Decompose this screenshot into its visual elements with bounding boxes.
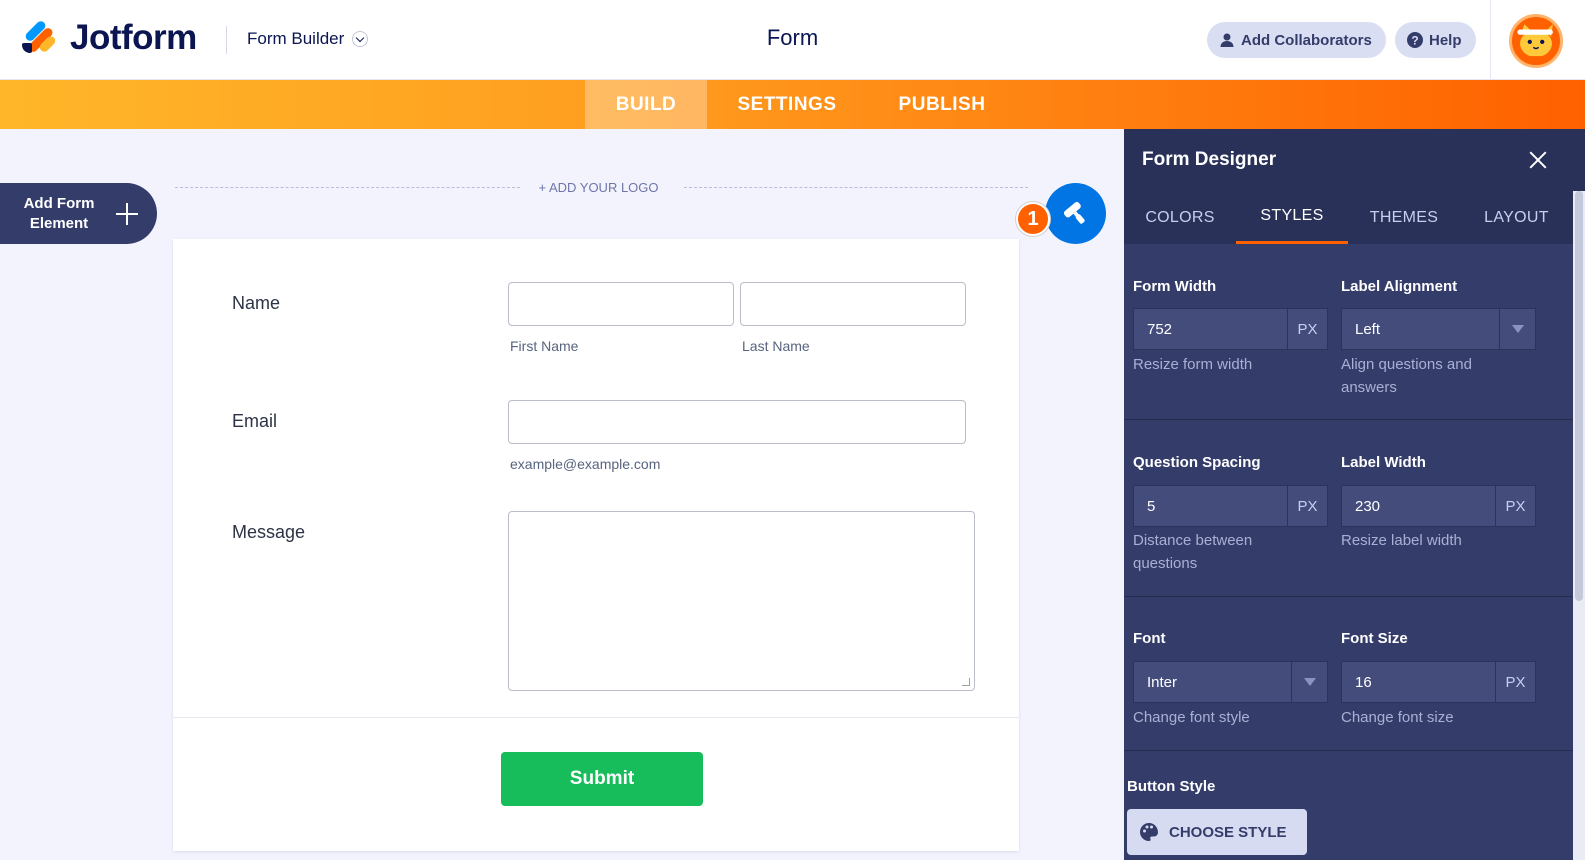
caret-down-icon <box>1291 662 1327 702</box>
question-spacing-title: Question Spacing <box>1133 454 1261 471</box>
jotform-logo[interactable]: Jotform <box>22 18 197 57</box>
submit-button[interactable]: Submit <box>501 752 703 806</box>
label-width-help: Resize label width <box>1341 532 1462 549</box>
step-badge-1: 1 <box>1016 202 1050 236</box>
label-width-field[interactable]: 230 PX <box>1341 485 1536 527</box>
form-designer-panel: Form Designer COLORS STYLES THEMES LAYOU… <box>1124 129 1585 860</box>
tab-layout[interactable]: LAYOUT <box>1460 191 1573 244</box>
first-name-input[interactable] <box>508 282 734 326</box>
form-card: Name First Name Last Name Email example@… <box>173 239 1019 851</box>
choose-style-label: CHOOSE STYLE <box>1169 823 1287 841</box>
font-help: Change font style <box>1133 709 1250 726</box>
tab-colors[interactable]: COLORS <box>1124 191 1236 244</box>
email-input[interactable] <box>508 400 966 444</box>
add-form-element-label: Add Form Element <box>23 194 95 232</box>
label-width-title: Label Width <box>1341 454 1426 471</box>
message-label: Message <box>232 522 306 542</box>
add-logo-link[interactable]: + ADD YOUR LOGO <box>516 180 681 195</box>
font-size-field[interactable]: 16 PX <box>1341 661 1536 703</box>
question-spacing-unit: PX <box>1287 486 1327 526</box>
question-spacing-help: Distance between questions <box>1133 532 1253 572</box>
button-style-title: Button Style <box>1127 778 1216 795</box>
top-header: Jotform Form Builder Form Add Collaborat… <box>0 0 1585 80</box>
jotform-logo-icon <box>22 19 58 55</box>
form-width-field[interactable]: 752 PX <box>1133 308 1328 350</box>
form-width-unit: PX <box>1287 309 1327 349</box>
add-collaborators-button[interactable]: Add Collaborators <box>1207 22 1386 58</box>
font-size-title: Font Size <box>1341 630 1408 647</box>
form-width-help: Resize form width <box>1133 356 1253 373</box>
form-divider <box>173 717 1019 718</box>
font-size-value: 16 <box>1355 673 1372 691</box>
chevron-down-icon <box>352 31 369 47</box>
name-label: Name <box>232 293 281 313</box>
close-icon[interactable] <box>1529 151 1547 169</box>
form-builder-label: Form Builder <box>247 29 345 48</box>
tab-publish[interactable]: PUBLISH <box>867 80 1017 129</box>
panel-header: Form Designer <box>1124 129 1585 191</box>
tab-themes[interactable]: THEMES <box>1348 191 1460 244</box>
panel-title: Form Designer <box>1142 149 1277 170</box>
header-divider-right <box>1490 0 1491 80</box>
label-alignment-title: Label Alignment <box>1341 278 1458 295</box>
label-alignment-select[interactable]: Left <box>1341 308 1536 350</box>
first-name-sublabel: First Name <box>510 338 579 354</box>
choose-style-button[interactable]: CHOOSE STYLE <box>1127 809 1307 855</box>
logo-divider-right <box>684 187 1028 188</box>
last-name-sublabel: Last Name <box>742 338 810 354</box>
form-builder-menu[interactable]: Form Builder <box>247 29 369 49</box>
label-width-unit: PX <box>1495 486 1535 526</box>
svg-text:?: ? <box>1411 34 1418 48</box>
scroll-thumb[interactable] <box>1575 191 1583 601</box>
font-title: Font <box>1133 630 1166 647</box>
avatar-cat-icon <box>1517 24 1553 65</box>
header-divider <box>226 26 227 54</box>
brand-name: Jotform <box>70 18 197 57</box>
tab-build[interactable]: BUILD <box>585 80 707 129</box>
user-icon <box>1220 33 1234 47</box>
form-designer-button[interactable] <box>1045 183 1106 244</box>
last-name-input[interactable] <box>740 282 966 326</box>
add-collaborators-label: Add Collaborators <box>1241 31 1372 49</box>
question-spacing-value: 5 <box>1147 497 1156 515</box>
tab-settings[interactable]: SETTINGS <box>707 80 867 129</box>
section-divider <box>1124 596 1573 597</box>
add-form-element-button[interactable]: Add Form Element <box>0 183 157 244</box>
font-select[interactable]: Inter <box>1133 661 1328 703</box>
font-value: Inter <box>1147 673 1178 691</box>
caret-down-icon <box>1499 309 1535 349</box>
message-textarea[interactable] <box>508 511 975 691</box>
font-size-help: Change font size <box>1341 709 1454 726</box>
resize-handle[interactable] <box>962 678 970 686</box>
font-size-unit: PX <box>1495 662 1535 702</box>
avatar[interactable] <box>1509 14 1563 68</box>
panel-scrollbar[interactable] <box>1573 191 1585 860</box>
label-alignment-help: Align questions and answers <box>1341 356 1472 396</box>
question-icon: ? <box>1407 32 1423 48</box>
form-width-title: Form Width <box>1133 278 1217 295</box>
designer-tabs: COLORS STYLES THEMES LAYOUT <box>1124 191 1573 244</box>
help-label: Help <box>1429 31 1462 49</box>
plus-icon <box>116 202 138 225</box>
email-label: Email <box>232 411 278 431</box>
question-spacing-field[interactable]: 5 PX <box>1133 485 1328 527</box>
paint-roller-icon <box>1063 201 1085 224</box>
builder-nav: BUILD SETTINGS PUBLISH <box>0 80 1585 129</box>
section-divider <box>1124 750 1573 751</box>
label-alignment-value: Left <box>1355 320 1381 338</box>
logo-divider-left <box>175 187 520 188</box>
section-divider <box>1124 419 1573 420</box>
label-width-value: 230 <box>1355 497 1381 515</box>
help-button[interactable]: ? Help <box>1395 22 1476 58</box>
email-sublabel: example@example.com <box>510 456 661 472</box>
form-width-value: 752 <box>1147 320 1173 338</box>
tab-styles[interactable]: STYLES <box>1236 191 1348 244</box>
palette-icon <box>1140 823 1158 841</box>
